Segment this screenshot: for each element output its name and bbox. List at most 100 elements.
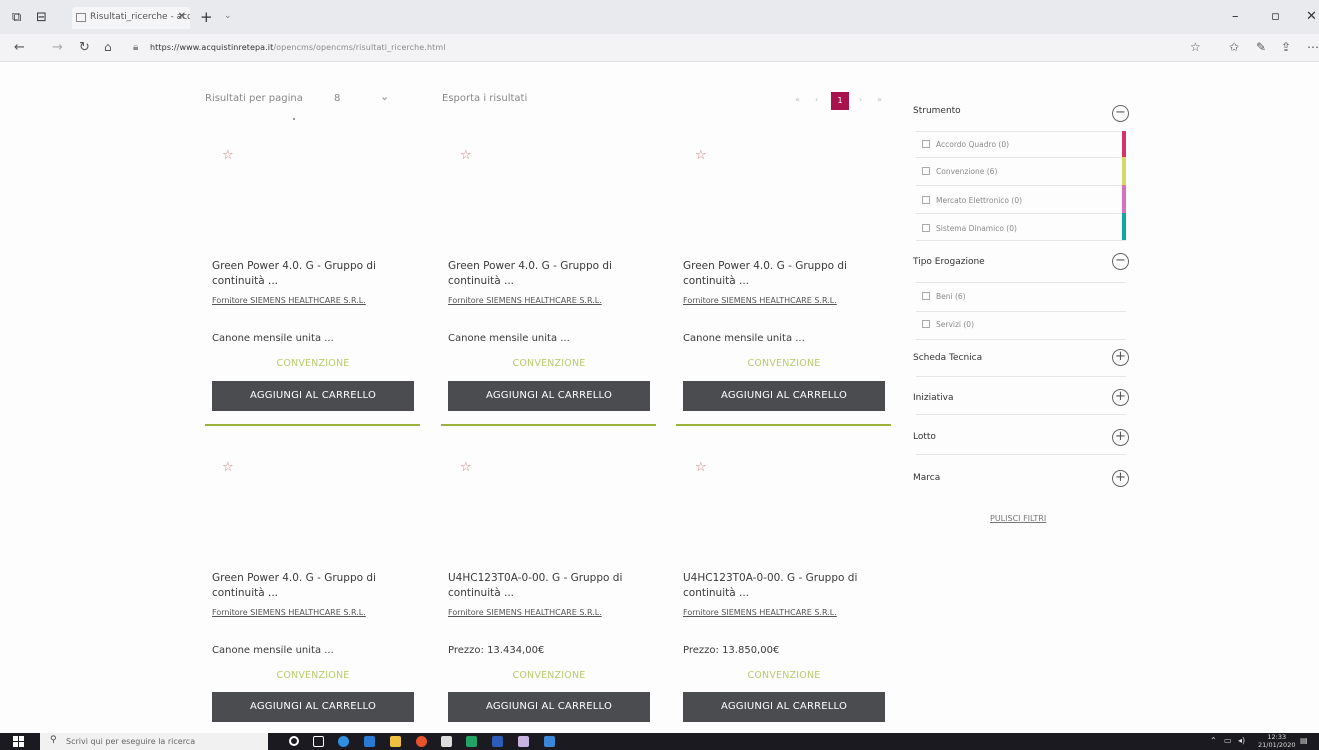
taskbar-search-input[interactable]: ⚲ Scrivi qui per eseguire la ricerca [40, 733, 268, 750]
product-title[interactable]: Green Power 4.0. G - Gruppo di continuit… [212, 259, 427, 289]
supplier-link[interactable]: Fornitore SIEMENS HEALTHCARE S.R.L. [212, 608, 427, 617]
forward-icon[interactable]: → [52, 40, 63, 55]
divider [916, 185, 1126, 186]
window-close-icon[interactable]: ✕ [1306, 9, 1317, 24]
filter-item-beni[interactable]: Beni (6) [922, 292, 966, 301]
expand-icon[interactable]: + [1112, 429, 1129, 446]
supplier-link[interactable]: Fornitore SIEMENS HEALTHCARE S.R.L. [448, 608, 663, 617]
notifications-icon[interactable]: ▤ [1300, 736, 1308, 745]
filter-tipo-erogazione-heading[interactable]: Tipo Erogazione [913, 257, 985, 267]
word-icon[interactable] [492, 736, 503, 747]
supplier-link[interactable]: Fornitore SIEMENS HEALTHCARE S.R.L. [683, 608, 898, 617]
refresh-icon[interactable]: ↻ [79, 40, 90, 55]
cortana-icon[interactable] [289, 736, 299, 746]
checkbox[interactable] [922, 196, 930, 204]
favorites-icon[interactable]: ✩ [1229, 40, 1239, 54]
file-explorer-icon[interactable] [390, 736, 401, 747]
minimize-icon[interactable]: – [1232, 9, 1239, 24]
filter-scheda-tecnica-heading[interactable]: Scheda Tecnica [913, 353, 982, 363]
volume-icon[interactable]: ◂) [1238, 736, 1245, 745]
page-current[interactable]: 1 [831, 92, 849, 110]
more-icon[interactable]: ⋯ [1307, 40, 1319, 54]
favorite-star-icon[interactable]: ☆ [695, 460, 707, 475]
favorite-star-icon[interactable]: ☆ [1190, 40, 1201, 54]
pen-icon[interactable]: ✎ [1256, 40, 1266, 54]
expand-icon[interactable]: + [1112, 389, 1129, 406]
collapse-icon[interactable]: − [1112, 253, 1129, 270]
tabs-icon[interactable]: ⧉ [12, 10, 21, 25]
last-page-icon[interactable]: » [877, 95, 882, 104]
browser-tab[interactable]: Risultati_ricerche - acqui ✕ [72, 7, 190, 29]
product-title[interactable]: Green Power 4.0. G - Gruppo di continuit… [212, 571, 427, 601]
chevron-down-icon[interactable]: ⌄ [380, 90, 389, 103]
excel-icon[interactable] [466, 736, 477, 747]
favorite-star-icon[interactable]: ☆ [222, 460, 234, 475]
export-results-link[interactable]: Esporta i risultati [442, 93, 527, 104]
back-tabs-icon[interactable]: ⊟ [36, 10, 47, 25]
filter-item-mercato-elettronico[interactable]: Mercato Elettronico (0) [922, 196, 1022, 205]
store-icon[interactable] [364, 736, 375, 747]
supplier-link[interactable]: Fornitore SIEMENS HEALTHCARE S.R.L. [448, 296, 663, 305]
back-icon[interactable]: ← [14, 40, 25, 55]
color-bar [1122, 131, 1126, 157]
filter-item-accordo-quadro[interactable]: Accordo Quadro (0) [922, 140, 1009, 149]
edge-browser-icon[interactable] [338, 736, 349, 747]
add-to-cart-button[interactable]: AGGIUNGI AL CARRELLO [448, 692, 650, 722]
expand-icon[interactable]: + [1112, 349, 1129, 366]
add-to-cart-button[interactable]: AGGIUNGI AL CARRELLO [212, 692, 414, 722]
product-price: Canone mensile unita ... [212, 333, 334, 344]
favorite-star-icon[interactable]: ☆ [695, 148, 707, 163]
checkbox[interactable] [922, 224, 930, 232]
clear-filters-link[interactable]: PULISCI FILTRI [990, 514, 1046, 523]
url-field[interactable]: https://www.acquistinretepa.it/opencms/o… [150, 43, 446, 52]
product-title[interactable]: Green Power 4.0. G - Gruppo di continuit… [448, 259, 663, 289]
product-title[interactable]: Green Power 4.0. G - Gruppo di continuit… [683, 259, 898, 289]
filter-iniziativa-heading[interactable]: Iniziativa [913, 393, 953, 403]
mail-icon[interactable] [441, 736, 452, 747]
prev-page-icon[interactable]: ‹ [815, 95, 818, 104]
filter-item-convenzione[interactable]: Convenzione (6) [922, 167, 997, 176]
filter-marca-heading[interactable]: Marca [913, 473, 940, 483]
product-title[interactable]: U4HC123T0A-0-00. G - Gruppo di continuit… [448, 571, 663, 601]
add-to-cart-button[interactable]: AGGIUNGI AL CARRELLO [683, 381, 885, 411]
expand-icon[interactable]: + [1112, 470, 1129, 487]
plus-icon[interactable]: + [200, 8, 213, 26]
windows-start-icon[interactable] [13, 736, 24, 747]
add-to-cart-button[interactable]: AGGIUNGI AL CARRELLO [448, 381, 650, 411]
share-icon[interactable]: ⇪ [1281, 40, 1291, 54]
filter-strumento-heading[interactable]: Strumento [913, 106, 961, 116]
filter-item-label: Servizi (0) [936, 320, 975, 329]
tray-chevron-up-icon[interactable]: ⌃ [1210, 736, 1217, 745]
filter-item-servizi[interactable]: Servizi (0) [922, 320, 974, 329]
search-placeholder: Scrivi qui per eseguire la ricerca [66, 737, 196, 746]
home-icon[interactable]: ⌂ [104, 40, 112, 54]
add-to-cart-button[interactable]: AGGIUNGI AL CARRELLO [212, 381, 414, 411]
filter-item-sistema-dinamico[interactable]: Sistema Dinamico (0) [922, 224, 1017, 233]
checkbox[interactable] [922, 320, 930, 328]
supplier-link[interactable]: Fornitore SIEMENS HEALTHCARE S.R.L. [212, 296, 427, 305]
clock[interactable]: 12:33 21/01/2020 [1258, 733, 1295, 749]
favorite-star-icon[interactable]: ☆ [222, 148, 234, 163]
checkbox[interactable] [922, 167, 930, 175]
task-view-icon[interactable] [313, 736, 324, 747]
network-icon[interactable]: ▭ [1224, 736, 1232, 745]
supplier-link[interactable]: Fornitore SIEMENS HEALTHCARE S.R.L. [683, 296, 898, 305]
checkbox[interactable] [922, 140, 930, 148]
divider [916, 339, 1126, 340]
close-icon[interactable]: ✕ [178, 11, 186, 22]
app-icon[interactable] [518, 736, 529, 747]
add-to-cart-button[interactable]: AGGIUNGI AL CARRELLO [683, 692, 885, 722]
checkbox[interactable] [922, 292, 930, 300]
product-title[interactable]: U4HC123T0A-0-00. G - Gruppo di continuit… [683, 571, 898, 601]
next-page-icon[interactable]: › [859, 95, 862, 104]
per-page-select[interactable]: 8 [334, 93, 340, 104]
firefox-icon[interactable] [416, 736, 427, 747]
favorite-star-icon[interactable]: ☆ [460, 148, 472, 163]
maximize-icon[interactable]: ▫ [1271, 9, 1280, 24]
chevron-down-icon[interactable]: ⌄ [224, 11, 232, 21]
collapse-icon[interactable]: − [1112, 105, 1129, 122]
favorite-star-icon[interactable]: ☆ [460, 460, 472, 475]
first-page-icon[interactable]: « [795, 95, 800, 104]
filter-lotto-heading[interactable]: Lotto [913, 432, 936, 442]
app-icon[interactable] [544, 736, 555, 747]
